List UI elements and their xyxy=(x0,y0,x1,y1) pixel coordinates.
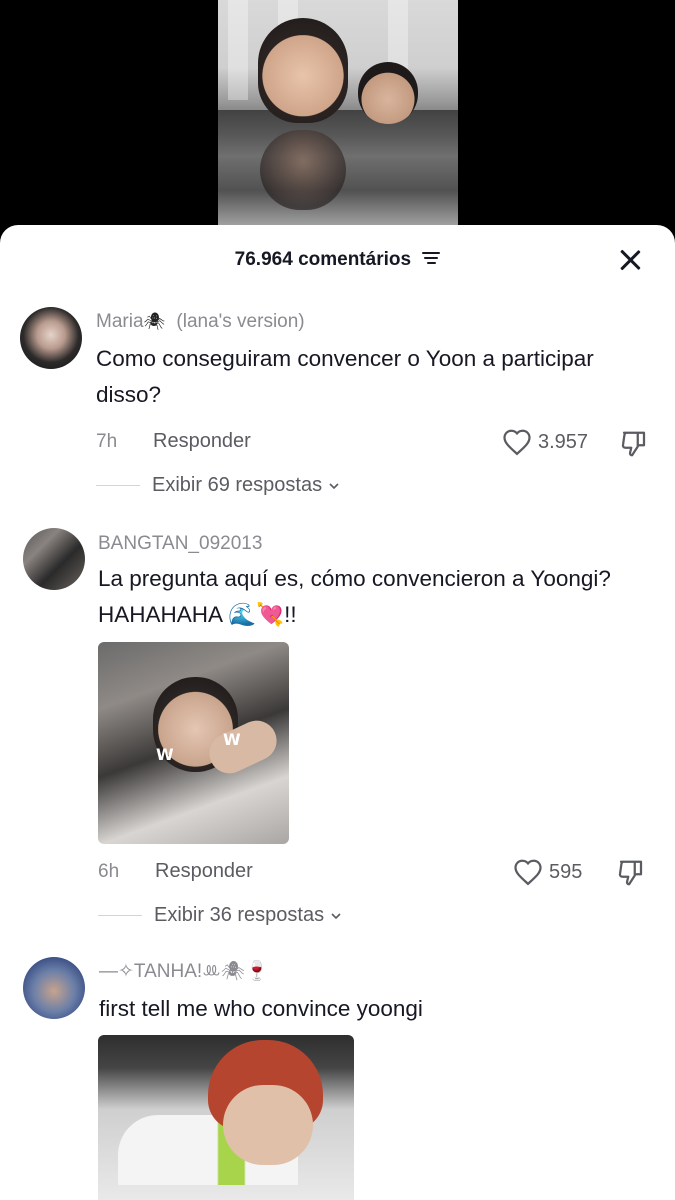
person-figure xyxy=(223,1085,313,1165)
reflection-decor xyxy=(260,130,346,210)
comment-item: Maria🕷 (lana's version) Como conseguiram… xyxy=(0,305,675,505)
comment-username[interactable]: BANGTAN_092013 xyxy=(98,533,262,555)
username-suffix: (lana's version) xyxy=(176,311,305,332)
like-count: 3.957 xyxy=(538,430,589,453)
reply-button[interactable]: Responder xyxy=(155,860,253,883)
comment-item: BANGTAN_092013 La pregunta aquí es, cómo… xyxy=(0,525,675,935)
divider-line xyxy=(96,485,140,486)
heart-icon xyxy=(503,429,531,456)
comment-text: first tell me who convince yoongi xyxy=(99,996,423,1021)
person-figure xyxy=(258,18,348,123)
close-icon[interactable] xyxy=(617,247,643,273)
comment-count-label: 76.964 comentários xyxy=(234,249,412,270)
comment-time: 6h xyxy=(98,861,120,882)
like-button[interactable]: 595 xyxy=(513,858,582,886)
divider-line xyxy=(98,915,142,916)
video-thumbnail[interactable] xyxy=(218,0,458,225)
comment-text: Como conseguiram convencer o Yoon a part… xyxy=(96,346,594,407)
sheet-header: 76.964 comentários xyxy=(0,225,675,295)
sort-icon[interactable] xyxy=(422,251,441,265)
view-replies-button[interactable]: Exibir 36 respostas xyxy=(98,904,342,927)
person-figure xyxy=(358,62,418,124)
avatar[interactable] xyxy=(23,957,85,1019)
comments-sheet: 76.964 comentários Maria🕷 (lana's versio… xyxy=(0,225,675,1200)
image-mark: W xyxy=(156,745,174,764)
view-replies-button[interactable]: Exibir 69 respostas xyxy=(96,474,340,497)
reply-button[interactable]: Responder xyxy=(153,430,251,453)
comment-item: —✧TANHA!ꔛ🕷🍷 first tell me who convince y… xyxy=(0,955,675,1200)
image-mark: W xyxy=(223,730,241,749)
comment-username[interactable]: —✧TANHA!ꔛ🕷🍷 xyxy=(99,959,269,983)
like-count: 595 xyxy=(549,860,583,883)
curtain-decor xyxy=(228,0,248,100)
comment-text: La pregunta aquí es, cómo convencieron a… xyxy=(98,566,611,627)
heart-icon xyxy=(514,859,542,886)
dislike-icon[interactable] xyxy=(619,429,649,459)
avatar[interactable] xyxy=(20,307,82,369)
comment-image-attachment[interactable]: W W xyxy=(98,642,289,844)
comment-username[interactable]: Maria🕷 (lana's version) xyxy=(96,311,305,333)
comment-image-attachment[interactable] xyxy=(98,1035,354,1200)
chevron-down-icon xyxy=(329,482,339,489)
spider-emoji: 🕷 xyxy=(143,312,166,331)
dislike-icon[interactable] xyxy=(616,858,646,888)
chevron-down-icon xyxy=(331,912,341,919)
comment-count-title[interactable]: 76.964 comentários xyxy=(0,249,675,271)
avatar[interactable] xyxy=(23,528,85,590)
view-replies-label: Exibir 36 respostas xyxy=(154,904,325,926)
username-text: Maria xyxy=(96,311,144,332)
video-player[interactable] xyxy=(0,0,675,240)
comment-time: 7h xyxy=(96,431,118,452)
view-replies-label: Exibir 69 respostas xyxy=(152,474,323,496)
like-button[interactable]: 3.957 xyxy=(502,428,588,456)
